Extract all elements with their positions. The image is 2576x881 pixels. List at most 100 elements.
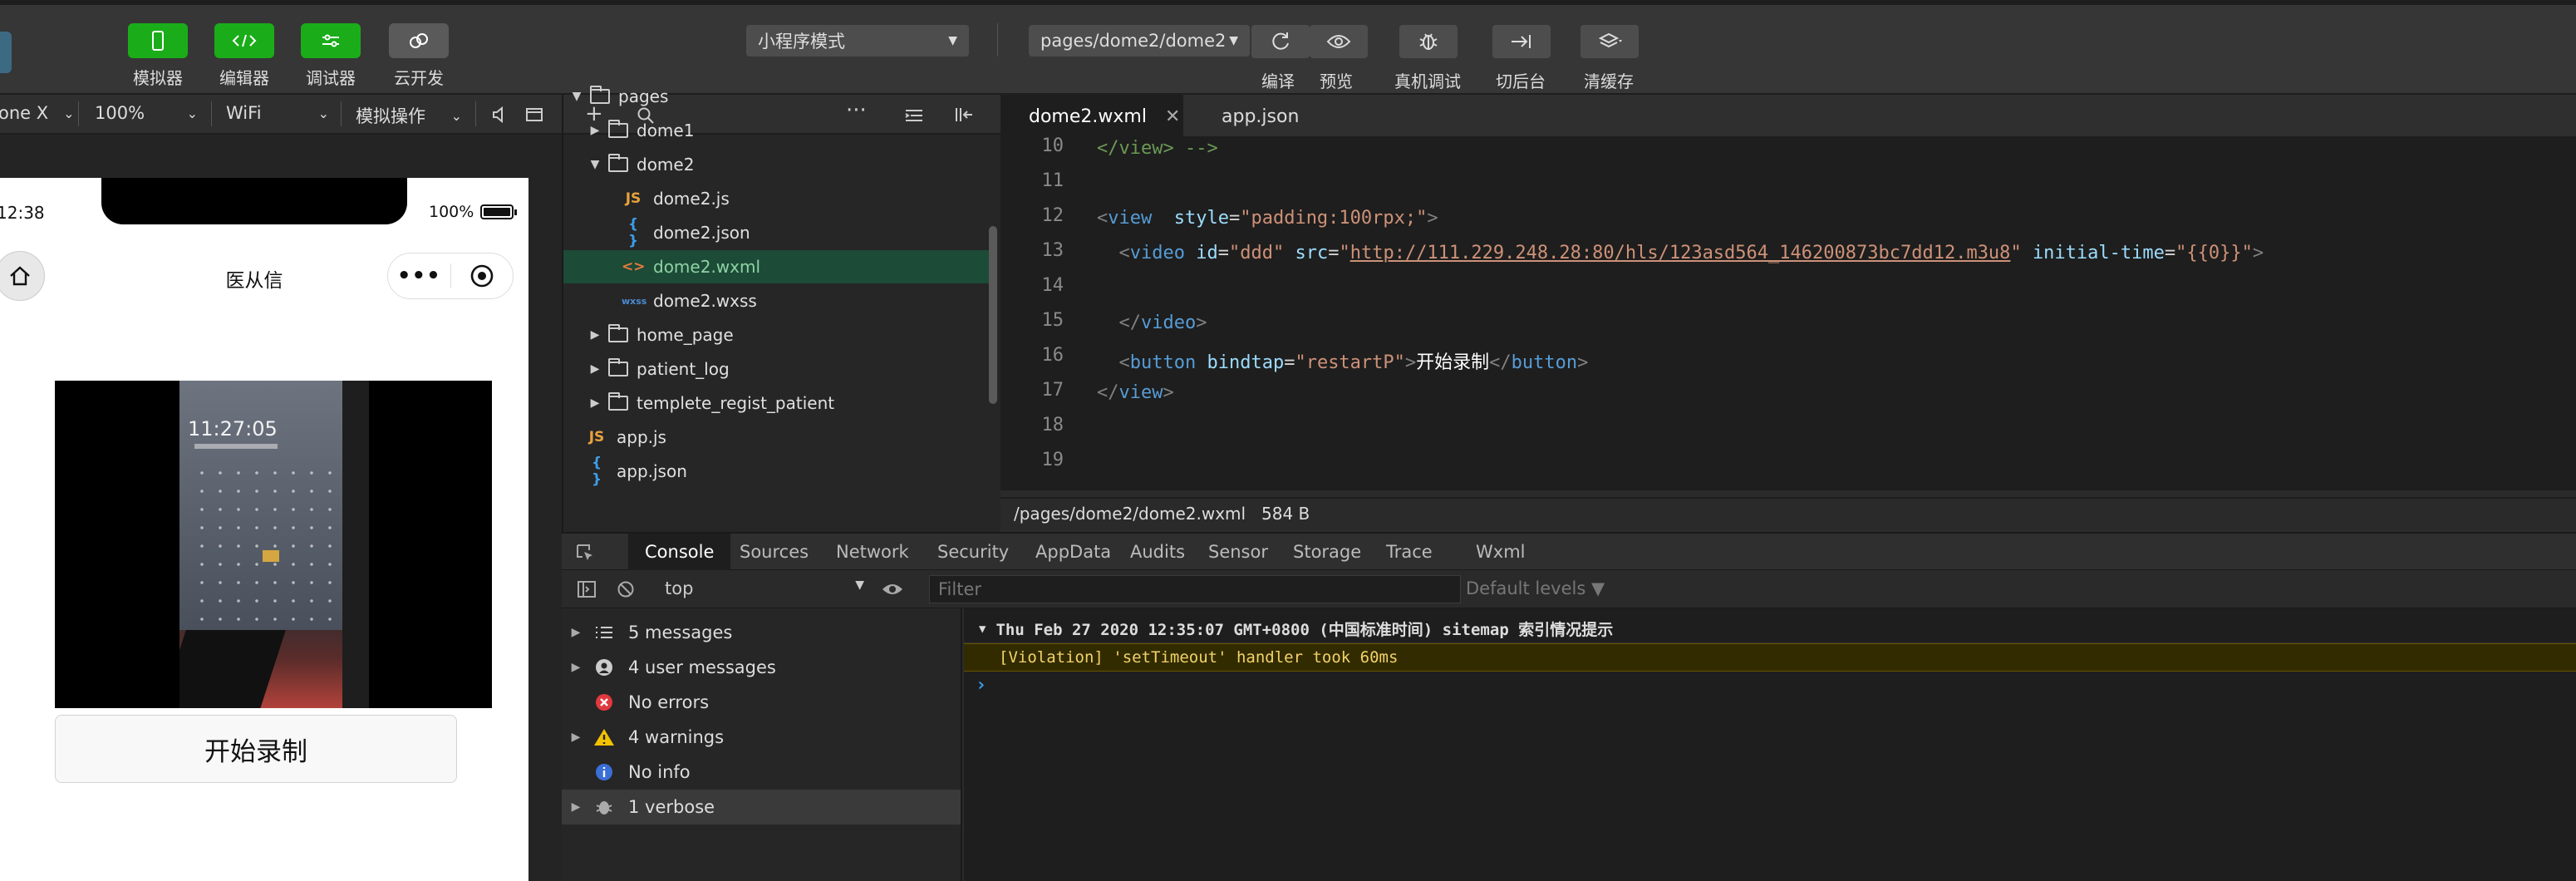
tree-item[interactable]: ▶ patient_log [563,352,992,386]
code-editor[interactable]: 10 11 12 13 14 15 16 17 18 19 </view> --> <view s… [1000,135,2576,490]
log-levels-select[interactable]: Default levels ▼ [1466,578,1605,598]
close-capsule-button[interactable] [451,263,514,288]
folder-icon [608,392,628,411]
context-select[interactable]: top ▼ [665,578,864,598]
tree-item[interactable]: <> dome2.wxml [563,250,992,283]
network-select[interactable]: WiFi ⌄ [226,103,329,123]
mini-program-capsule: ••• [387,253,514,299]
line-number: 19 [1041,450,1064,470]
tab-app-json[interactable]: app.json [1193,95,1327,138]
tab-sources[interactable]: Sources [740,534,809,570]
editor-button[interactable]: 编辑器 [214,23,274,89]
target-icon [470,264,494,288]
folder-icon [608,324,628,342]
console-prompt-icon[interactable]: › [976,675,986,696]
info-icon [590,762,618,782]
sidebar-toggle-icon[interactable] [577,580,597,598]
background-button[interactable] [1492,25,1551,58]
caret-down-icon[interactable]: ▼ [587,158,603,171]
user-icon [590,657,618,677]
tab-audits[interactable]: Audits [1130,534,1185,570]
console-filter-info[interactable]: No info [562,755,961,790]
chevron-down-icon: ⌄ [63,105,75,121]
mode-select[interactable]: 小程序模式 ▼ [746,25,969,57]
tree-item[interactable]: { } dome2.json [563,216,992,249]
console-filter-user[interactable]: ▶ 4 user messages [562,650,961,685]
tree-item[interactable]: ▶ home_page [563,318,992,352]
cloud-dev-button[interactable]: 云开发 [389,23,449,89]
console-filter-error[interactable]: No errors [562,685,961,720]
explorer-scrollbar[interactable] [989,226,997,404]
caret-right-icon[interactable]: ▶ [587,124,603,137]
tree-item[interactable]: JS dome2.js [563,182,992,215]
clear-cache-button[interactable] [1581,25,1639,58]
console-filter-warning[interactable]: ▶ 4 warnings [562,720,961,755]
clear-console-icon[interactable] [617,580,635,598]
caret-right-icon[interactable]: ▶ [562,731,590,744]
page-select[interactable]: pages/dome2/dome2 ▼ [1029,25,1250,57]
tab-trace[interactable]: Trace [1386,534,1433,570]
tab-network[interactable]: Network [836,534,909,570]
remote-debug-button[interactable] [1399,25,1458,58]
console-filter-label: 1 verbose [628,797,715,817]
tab-console[interactable]: Console [628,534,731,570]
tree-item[interactable]: ▼ dome2 [563,148,992,181]
tree-item[interactable]: ▶ dome1 [563,114,992,147]
tree-item[interactable]: ▼ pages [563,80,992,113]
tab-appdata[interactable]: AppData [1035,534,1111,570]
console-filter-label: 4 user messages [628,657,776,677]
tree-item[interactable]: { } app.json [563,455,992,488]
video-player[interactable]: 11:27:05 [55,381,492,708]
caret-right-icon[interactable]: ▶ [562,661,590,674]
volume-icon[interactable] [492,106,507,123]
eye-icon[interactable] [881,582,904,597]
caret-right-icon[interactable]: ▶ [587,396,603,410]
caret-right-icon[interactable]: ▶ [587,328,603,342]
caret-right-icon[interactable]: ▶ [587,362,603,376]
tab-storage[interactable]: Storage [1293,534,1361,570]
console-filter-label: 5 messages [628,623,733,642]
verbose-icon [590,797,618,817]
code-line-13: <video id="ddd" src="http://111.229.248.… [1118,243,2264,263]
tree-item[interactable]: JS app.js [563,421,992,454]
code-line-17: </view> [1097,382,1174,403]
window-icon[interactable] [525,106,545,123]
caret-down-icon[interactable]: ▼ [568,90,585,103]
console-output[interactable]: ▼ Thu Feb 27 2020 12:35:07 GMT+0800 (中国标准… [964,608,2576,881]
caret-right-icon[interactable]: ▶ [562,800,590,814]
console-message[interactable]: ▼ Thu Feb 27 2020 12:35:07 GMT+0800 (中国标准… [964,615,2576,643]
devtools-tabs: Console Sources Network Security AppData Audi… [562,532,2576,570]
caret-down-icon: ▼ [1229,34,1238,47]
tab-sensor[interactable]: Sensor [1208,534,1268,570]
preview-button[interactable] [1310,25,1368,58]
console-warning[interactable]: [Violation] 'setTimeout' handler took 60… [964,643,2576,672]
console-filter-verbose[interactable]: ▶ 1 verbose [562,790,961,824]
inspect-icon[interactable] [575,543,595,563]
tab-dome2-wxml[interactable]: dome2.wxml ✕ [1000,95,1183,138]
tree-item[interactable]: wxss dome2.wxss [563,284,992,317]
caret-right-icon[interactable]: ▶ [562,626,590,639]
device-select[interactable]: one X ⌄ [0,103,75,123]
tree-item[interactable]: ▶ templete_regist_patient [563,386,992,420]
operation-select[interactable]: 模拟操作 ⌄ [356,103,462,128]
debugger-button[interactable]: 调试器 [301,23,361,89]
zoom-select[interactable]: 100% ⌄ [95,103,198,123]
console-filter-label: 4 warnings [628,727,725,747]
line-number: 10 [1041,135,1064,156]
code-line-15: </video> [1118,313,1207,333]
close-icon[interactable]: ✕ [1165,106,1180,127]
switch-icon [1512,35,1531,48]
phone-screen: 12:38 100% 医从信 ••• 11:27:05 开始录制 [0,178,528,881]
line-number: 11 [1041,170,1064,191]
filter-input[interactable]: Filter [929,575,1461,603]
more-icon[interactable]: ••• [388,263,450,288]
compile-button[interactable] [1251,25,1310,58]
start-record-button[interactable]: 开始录制 [55,715,457,783]
tree-item-label: home_page [637,325,734,345]
divider [78,101,79,126]
tab-wxml[interactable]: Wxml [1476,534,1525,570]
tab-security[interactable]: Security [937,534,1009,570]
simulator-button[interactable]: 模拟器 [128,23,188,89]
console-filter-list[interactable]: ▶ 5 messages [562,615,961,650]
video-src-link[interactable]: http://111.229.248.28:80/hls/123asd564_1… [1350,243,2011,263]
